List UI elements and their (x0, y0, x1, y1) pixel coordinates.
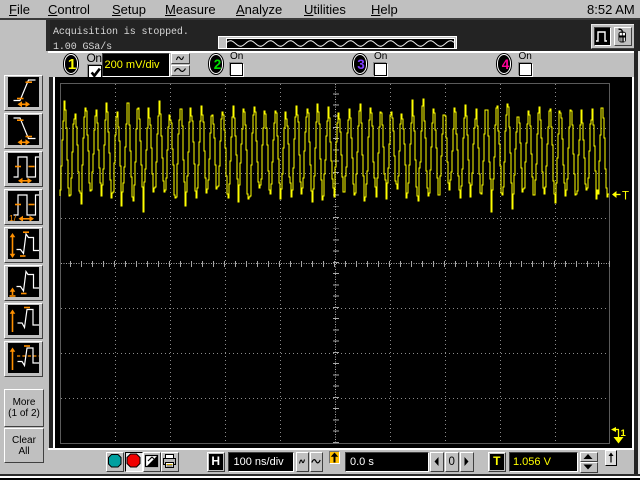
svg-text:T: T (622, 191, 629, 203)
svg-text:1/: 1/ (9, 213, 17, 221)
svg-text:1: 1 (621, 428, 627, 439)
